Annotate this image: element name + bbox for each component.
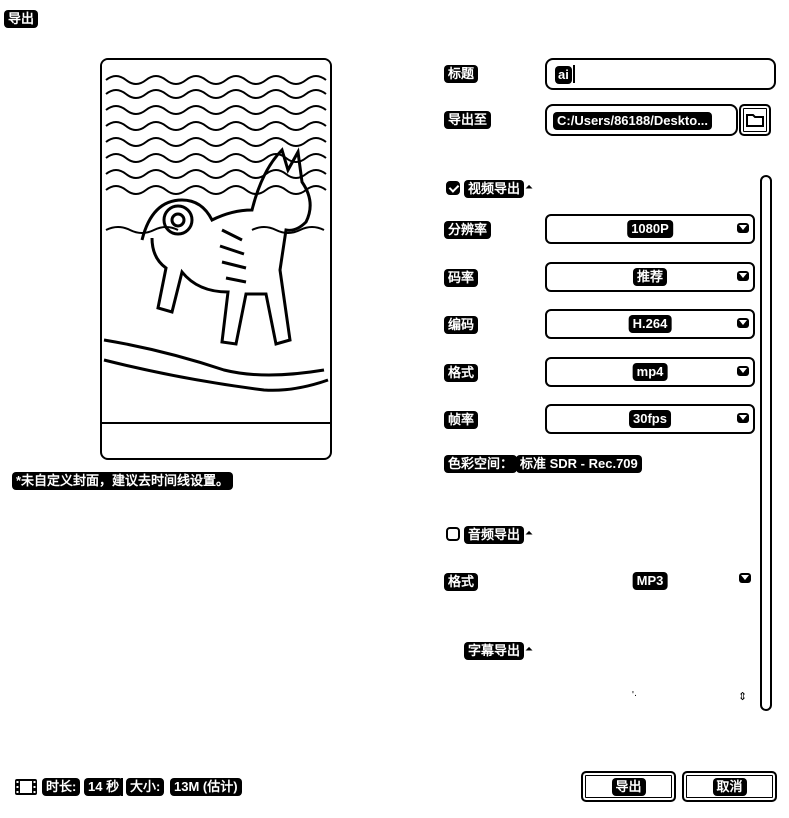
audio-export-checkbox[interactable]: [446, 527, 460, 541]
framerate-value: 30fps: [629, 410, 671, 428]
subtitle-export-label: 字幕导出: [464, 642, 525, 660]
folder-icon: [746, 114, 764, 127]
title-input-value: ai: [555, 66, 572, 84]
framerate-label: 帧率: [444, 411, 479, 429]
audio-format-select[interactable]: MP3: [545, 566, 755, 596]
audio-export-collapse-icon[interactable]: ⏶: [525, 529, 533, 539]
duration-label: 时长:: [42, 778, 81, 796]
chevron-down-icon: [737, 223, 749, 233]
resolution-select[interactable]: 1080P: [545, 214, 755, 244]
video-export-collapse-icon[interactable]: ⏶: [525, 183, 533, 193]
color-space-value: 标准 SDR - Rec.709: [516, 455, 642, 473]
video-export-label: 视频导出: [464, 180, 525, 198]
chevron-down-icon: [739, 573, 751, 583]
export-button[interactable]: 导出: [581, 771, 676, 802]
bitrate-select[interactable]: 推荐: [545, 262, 755, 292]
color-space-label: 色彩空间：: [444, 455, 518, 473]
truncated-row-marker: '·: [632, 690, 638, 701]
audio-format-label: 格式: [444, 573, 479, 591]
video-export-checkbox[interactable]: [446, 181, 460, 195]
chevron-down-icon: [737, 413, 749, 423]
codec-label: 编码: [444, 316, 479, 334]
codec-select[interactable]: H.264: [545, 309, 755, 339]
chevron-down-icon: [737, 271, 749, 281]
audio-format-value: MP3: [632, 572, 668, 590]
footer-divider: [121, 778, 123, 796]
window-title: 导出: [4, 10, 39, 28]
format-value: mp4: [632, 363, 668, 381]
duration-value: 14 秒: [84, 778, 124, 796]
resolution-value: 1080P: [627, 220, 673, 238]
cover-image: [102, 60, 330, 422]
format-select[interactable]: mp4: [545, 357, 755, 387]
resolution-label: 分辨率: [444, 221, 492, 239]
text-cursor: [573, 65, 575, 83]
cover-preview-footer: [102, 422, 330, 458]
audio-export-label: 音频导出: [464, 526, 525, 544]
codec-value: H.264: [628, 315, 672, 333]
export-to-label: 导出至: [444, 111, 492, 129]
title-label: 标题: [444, 65, 479, 83]
format-label: 格式: [444, 364, 479, 382]
size-label: 大小:: [126, 778, 165, 796]
chevron-down-icon: [737, 318, 749, 328]
chevron-down-icon: [737, 366, 749, 376]
cancel-button[interactable]: 取消: [682, 771, 777, 802]
title-input[interactable]: ai: [545, 58, 776, 90]
export-path-field[interactable]: C:/Users/86188/Deskto...: [545, 104, 738, 136]
browse-folder-button[interactable]: [739, 104, 771, 136]
cover-hint: *未自定义封面，建议去时间线设置。: [12, 472, 234, 490]
export-path-value: C:/Users/86188/Deskto...: [553, 112, 713, 130]
bitrate-label: 码率: [444, 269, 479, 287]
bitrate-value: 推荐: [632, 268, 668, 286]
settings-scrollbar[interactable]: [760, 175, 772, 711]
subtitle-export-collapse-icon[interactable]: ⏶: [525, 645, 533, 655]
cover-preview: [100, 58, 332, 460]
size-value: 13M (估计): [170, 778, 242, 796]
framerate-select[interactable]: 30fps: [545, 404, 755, 434]
chevron-updown-icon[interactable]: ⇕: [738, 690, 747, 703]
film-icon: [15, 779, 37, 795]
